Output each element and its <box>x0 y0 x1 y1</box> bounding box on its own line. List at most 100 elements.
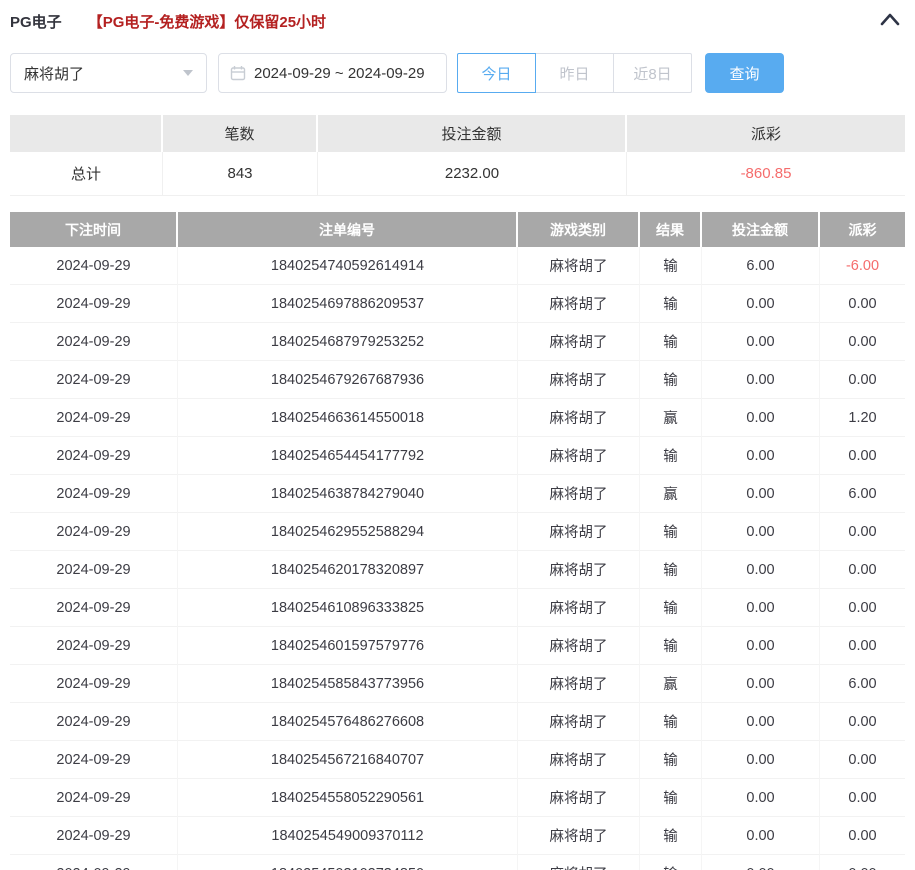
date-range-picker[interactable]: 2024-09-29 ~ 2024-09-29 <box>218 53 447 93</box>
result-cell: 赢 <box>640 665 702 703</box>
bet-time-cell: 2024-09-29 <box>10 779 178 817</box>
result-cell: 输 <box>640 741 702 779</box>
table-row: 2024-09-29 1840254576486276608 麻将胡了 输 0.… <box>10 703 905 741</box>
records-header-row: 下注时间 注单编号 游戏类别 结果 投注金额 派彩 <box>10 212 905 247</box>
bet-id-cell: 1840254638784279040 <box>178 475 518 513</box>
payout-cell: -6.00 <box>820 247 905 285</box>
total-count: 843 <box>163 152 318 196</box>
result-cell: 输 <box>640 247 702 285</box>
header-bet-amount: 投注金额 <box>702 212 820 247</box>
bet-id-cell: 1840254576486276608 <box>178 703 518 741</box>
summary-header-payout: 派彩 <box>627 115 905 152</box>
bet-amount-cell: 0.00 <box>702 817 820 855</box>
bet-time-cell: 2024-09-29 <box>10 285 178 323</box>
payout-cell: 0.00 <box>820 589 905 627</box>
result-cell: 输 <box>640 551 702 589</box>
table-row: 2024-09-29 1840254697886209537 麻将胡了 输 0.… <box>10 285 905 323</box>
table-row: 2024-09-29 1840254558052290561 麻将胡了 输 0.… <box>10 779 905 817</box>
query-button[interactable]: 查询 <box>705 53 784 93</box>
bet-amount-cell: 0.00 <box>702 551 820 589</box>
payout-cell: 0.00 <box>820 437 905 475</box>
payout-cell: 0.00 <box>820 779 905 817</box>
result-cell: 输 <box>640 817 702 855</box>
bet-amount-cell: 0.00 <box>702 741 820 779</box>
chevron-up-icon <box>879 12 901 32</box>
today-button[interactable]: 今日 <box>457 53 536 93</box>
summary-table: 笔数 投注金额 派彩 总计 843 2232.00 -860.85 <box>10 115 905 196</box>
game-type-cell: 麻将胡了 <box>518 513 640 551</box>
summary-header-blank <box>10 115 163 152</box>
result-cell: 输 <box>640 285 702 323</box>
bet-amount-cell: 0.00 <box>702 361 820 399</box>
game-type-cell: 麻将胡了 <box>518 589 640 627</box>
bet-id-cell: 1840254697886209537 <box>178 285 518 323</box>
bet-id-cell: 1840254663614550018 <box>178 399 518 437</box>
header-bet-time: 下注时间 <box>10 212 178 247</box>
bet-amount-cell: 0.00 <box>702 399 820 437</box>
summary-header-bet-amount: 投注金额 <box>318 115 627 152</box>
payout-cell: 0.00 <box>820 361 905 399</box>
game-type-cell: 麻将胡了 <box>518 779 640 817</box>
game-type-cell: 麻将胡了 <box>518 551 640 589</box>
table-row: 2024-09-29 1840254585843773956 麻将胡了 赢 0.… <box>10 665 905 703</box>
bet-amount-cell: 0.00 <box>702 475 820 513</box>
last-8-days-button[interactable]: 近8日 <box>613 53 692 93</box>
bet-id-cell: 1840254610896333825 <box>178 589 518 627</box>
bet-amount-cell: 0.00 <box>702 855 820 870</box>
result-cell: 输 <box>640 703 702 741</box>
result-cell: 输 <box>640 589 702 627</box>
bet-id-cell: 1840254503102734850 <box>178 855 518 870</box>
bet-id-cell: 1840254629552588294 <box>178 513 518 551</box>
table-row: 2024-09-29 1840254601597579776 麻将胡了 输 0.… <box>10 627 905 665</box>
bet-time-cell: 2024-09-29 <box>10 627 178 665</box>
table-row: 2024-09-29 1840254654454177792 麻将胡了 输 0.… <box>10 437 905 475</box>
payout-cell: 0.00 <box>820 551 905 589</box>
payout-cell: 0.00 <box>820 513 905 551</box>
bet-amount-cell: 0.00 <box>702 627 820 665</box>
result-cell: 输 <box>640 513 702 551</box>
bet-time-cell: 2024-09-29 <box>10 855 178 870</box>
bet-id-cell: 1840254679267687936 <box>178 361 518 399</box>
bet-time-cell: 2024-09-29 <box>10 361 178 399</box>
collapse-button[interactable] <box>879 12 901 32</box>
game-type-cell: 麻将胡了 <box>518 627 640 665</box>
header-result: 结果 <box>640 212 702 247</box>
payout-cell: 0.00 <box>820 817 905 855</box>
bet-time-cell: 2024-09-29 <box>10 247 178 285</box>
total-bet-amount: 2232.00 <box>318 152 627 196</box>
game-type-cell: 麻将胡了 <box>518 323 640 361</box>
game-select[interactable]: 麻将胡了 <box>10 53 207 93</box>
bet-amount-cell: 0.00 <box>702 285 820 323</box>
result-cell: 赢 <box>640 475 702 513</box>
bet-amount-cell: 0.00 <box>702 323 820 361</box>
bet-amount-cell: 0.00 <box>702 779 820 817</box>
bet-amount-cell: 0.00 <box>702 665 820 703</box>
payout-cell: 6.00 <box>820 665 905 703</box>
calendar-icon <box>230 65 246 81</box>
result-cell: 输 <box>640 627 702 665</box>
table-row: 2024-09-29 1840254567216840707 麻将胡了 输 0.… <box>10 741 905 779</box>
date-range-value: 2024-09-29 ~ 2024-09-29 <box>254 65 425 82</box>
table-row: 2024-09-29 1840254610896333825 麻将胡了 输 0.… <box>10 589 905 627</box>
filter-bar: 麻将胡了 2024-09-29 ~ 2024-09-29 今日 昨日 近8日 查… <box>10 53 905 93</box>
game-type-cell: 麻将胡了 <box>518 741 640 779</box>
records-table: 下注时间 注单编号 游戏类别 结果 投注金额 派彩 2024-09-29 184… <box>10 212 905 870</box>
bet-time-cell: 2024-09-29 <box>10 665 178 703</box>
yesterday-button[interactable]: 昨日 <box>535 53 614 93</box>
payout-cell: 6.00 <box>820 475 905 513</box>
game-type-cell: 麻将胡了 <box>518 437 640 475</box>
table-row: 2024-09-29 1840254629552588294 麻将胡了 输 0.… <box>10 513 905 551</box>
bet-id-cell: 1840254654454177792 <box>178 437 518 475</box>
bet-time-cell: 2024-09-29 <box>10 741 178 779</box>
result-cell: 赢 <box>640 399 702 437</box>
bet-id-cell: 1840254585843773956 <box>178 665 518 703</box>
header-bet-id: 注单编号 <box>178 212 518 247</box>
bet-amount-cell: 0.00 <box>702 513 820 551</box>
bet-id-cell: 1840254740592614914 <box>178 247 518 285</box>
bet-id-cell: 1840254567216840707 <box>178 741 518 779</box>
bet-id-cell: 1840254687979253252 <box>178 323 518 361</box>
total-payout: -860.85 <box>627 152 905 196</box>
notice-text: 【PG电子-免费游戏】仅保留25小时 <box>88 11 326 32</box>
page-title: PG电子 <box>10 11 62 32</box>
bet-time-cell: 2024-09-29 <box>10 399 178 437</box>
